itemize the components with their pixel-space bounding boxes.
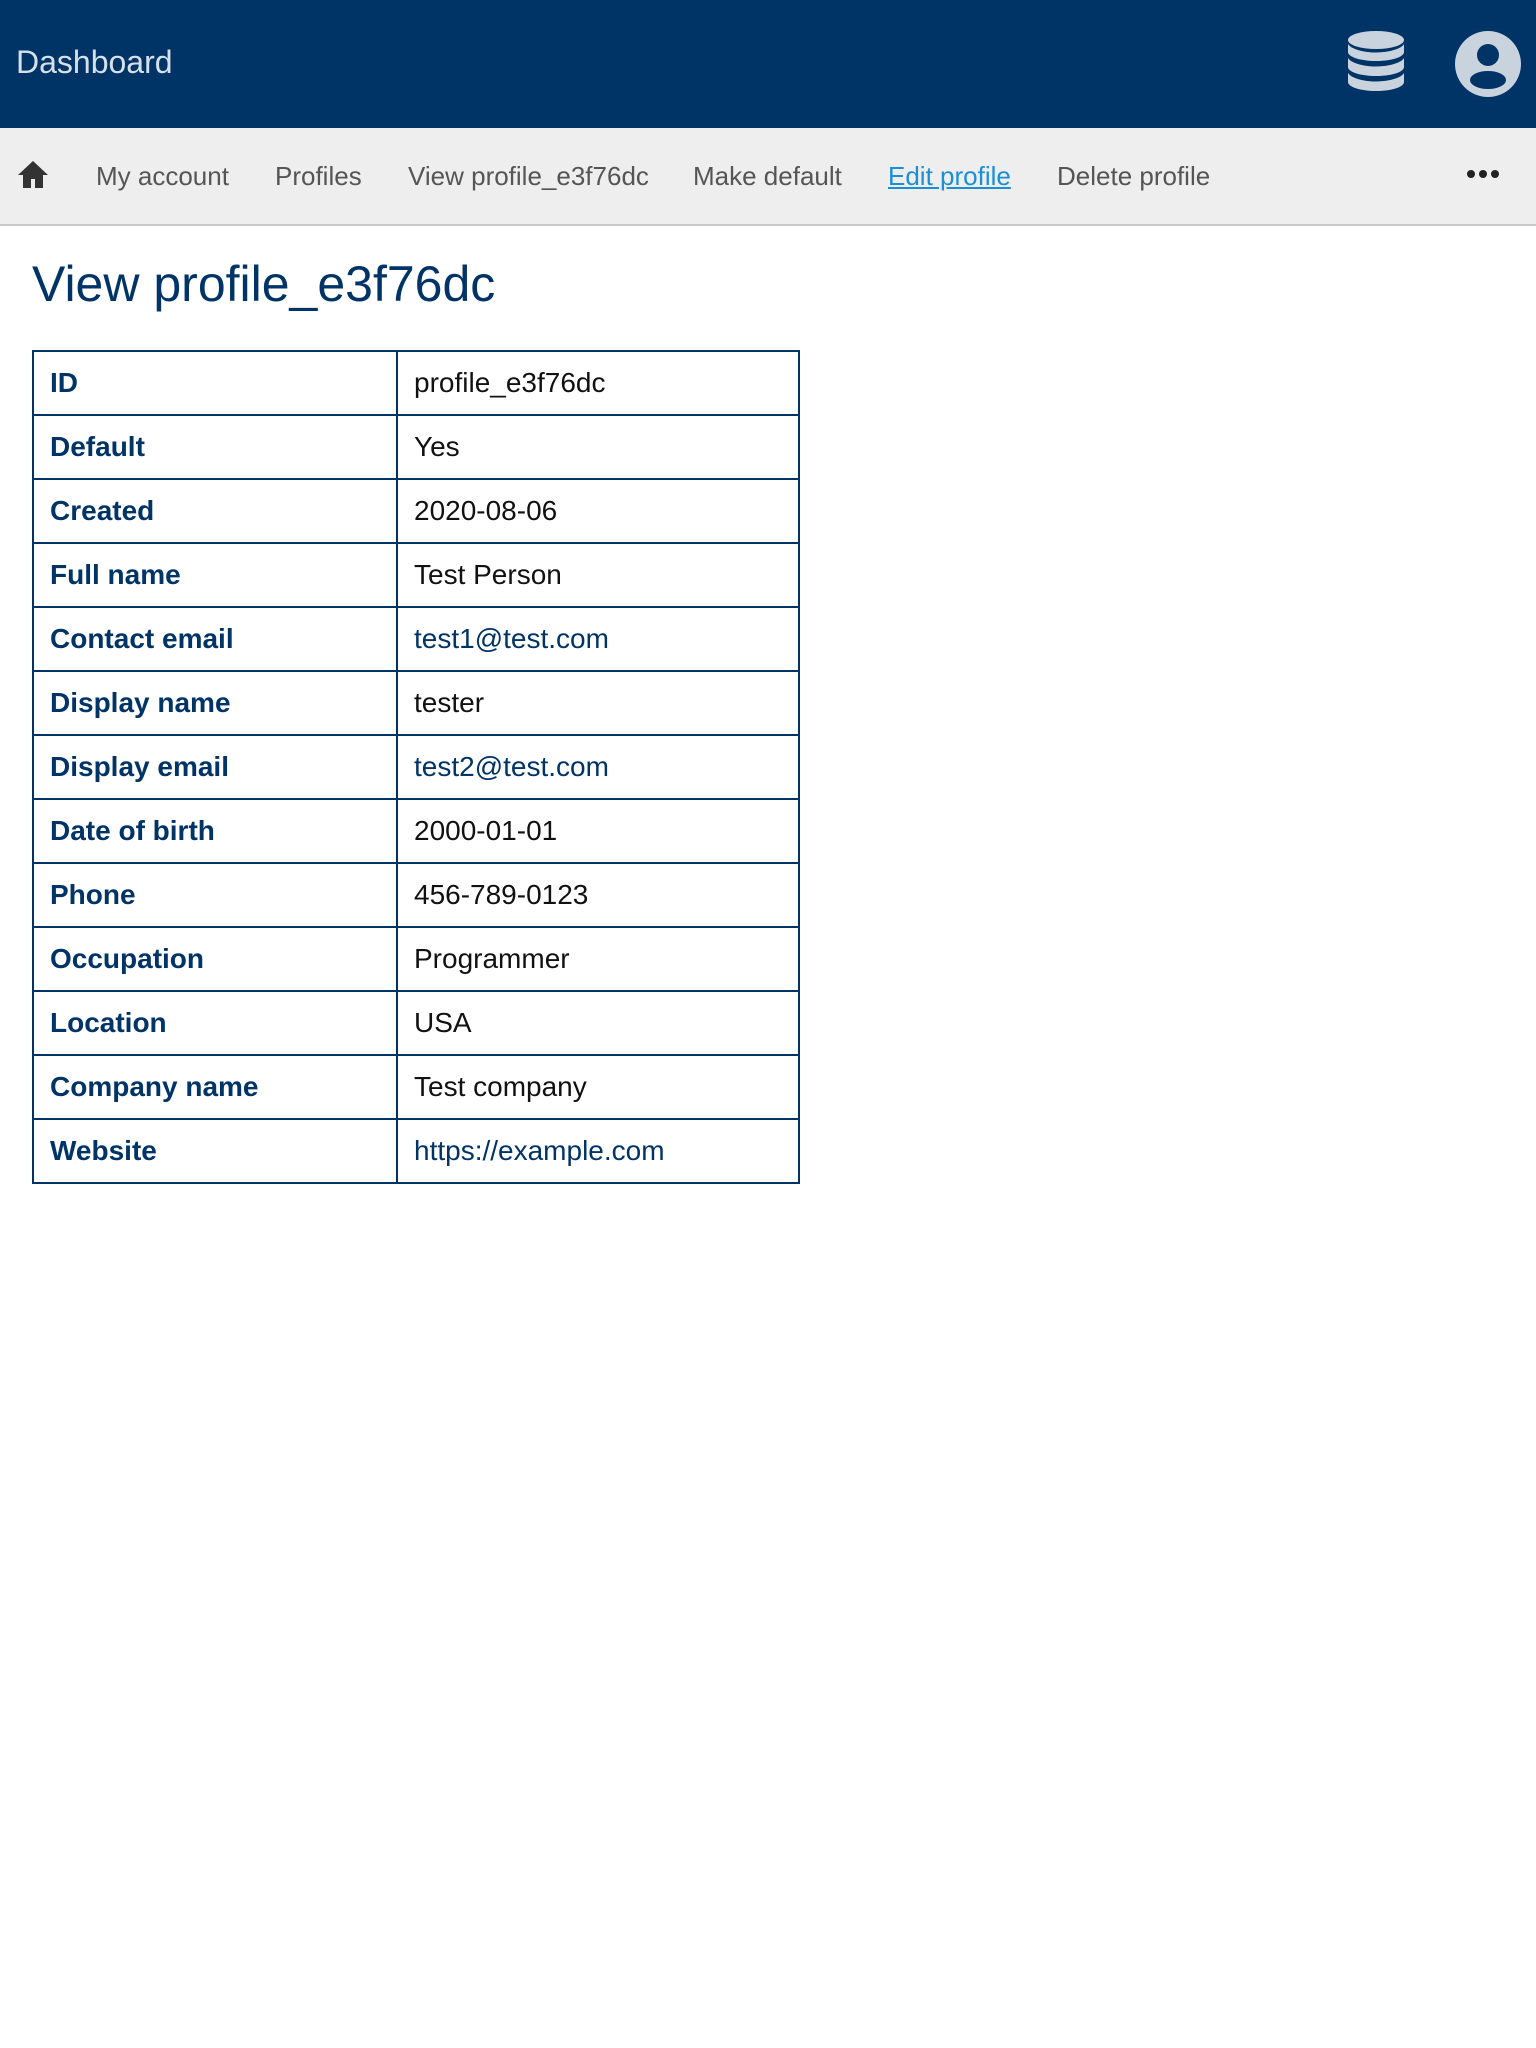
- table-row: Date of birth 2000-01-01: [32, 798, 800, 864]
- table-row: Website https://example.com: [32, 1118, 800, 1184]
- table-row: Display email test2@test.com: [32, 734, 800, 800]
- row-label: Created: [32, 478, 398, 544]
- row-label: Contact email: [32, 606, 398, 672]
- row-value: Test company: [396, 1054, 800, 1120]
- row-value-cell: test2@test.com: [396, 734, 800, 800]
- row-label: Full name: [32, 542, 398, 608]
- dashboard-link[interactable]: Dashboard: [16, 40, 173, 84]
- nav-profiles[interactable]: Profiles: [275, 160, 362, 192]
- user-account-icon[interactable]: [1454, 30, 1522, 98]
- page-title: View profile_e3f76dc: [32, 256, 496, 312]
- contact-email-link[interactable]: test1@test.com: [414, 623, 609, 654]
- row-value-cell: test1@test.com: [396, 606, 800, 672]
- row-value: 2020-08-06: [396, 478, 800, 544]
- website-link[interactable]: https://example.com: [414, 1135, 665, 1166]
- row-label: Website: [32, 1118, 398, 1184]
- table-row: Created 2020-08-06: [32, 478, 800, 544]
- database-icon[interactable]: [1340, 28, 1412, 100]
- table-row: Phone 456-789-0123: [32, 862, 800, 928]
- row-label: Display name: [32, 670, 398, 736]
- home-icon[interactable]: [16, 158, 50, 192]
- nav-make-default[interactable]: Make default: [693, 160, 842, 192]
- display-email-link[interactable]: test2@test.com: [414, 751, 609, 782]
- nav-delete-profile[interactable]: Delete profile: [1057, 160, 1210, 192]
- row-value: tester: [396, 670, 800, 736]
- row-value: profile_e3f76dc: [396, 350, 800, 416]
- row-label: Default: [32, 414, 398, 480]
- table-row: Location USA: [32, 990, 800, 1056]
- row-value: USA: [396, 990, 800, 1056]
- table-row: Full name Test Person: [32, 542, 800, 608]
- row-label: Company name: [32, 1054, 398, 1120]
- row-label: Display email: [32, 734, 398, 800]
- row-value: 2000-01-01: [396, 798, 800, 864]
- profile-details-table: ID profile_e3f76dc Default Yes Created 2…: [32, 350, 800, 1184]
- row-value-cell: https://example.com: [396, 1118, 800, 1184]
- table-row: Occupation Programmer: [32, 926, 800, 992]
- row-value: Yes: [396, 414, 800, 480]
- row-label: Date of birth: [32, 798, 398, 864]
- table-row: Contact email test1@test.com: [32, 606, 800, 672]
- row-value: Test Person: [396, 542, 800, 608]
- breadcrumb-nav: My account Profiles View profile_e3f76dc…: [0, 128, 1536, 226]
- top-header: Dashboard: [0, 0, 1536, 128]
- row-label: ID: [32, 350, 398, 416]
- row-value: Programmer: [396, 926, 800, 992]
- row-label: Phone: [32, 862, 398, 928]
- nav-my-account[interactable]: My account: [96, 160, 229, 192]
- table-row: Company name Test company: [32, 1054, 800, 1120]
- row-value: 456-789-0123: [396, 862, 800, 928]
- row-label: Occupation: [32, 926, 398, 992]
- row-label: Location: [32, 990, 398, 1056]
- nav-view-profile[interactable]: View profile_e3f76dc: [408, 160, 649, 192]
- more-horizontal-icon[interactable]: [1466, 164, 1500, 184]
- table-row: Display name tester: [32, 670, 800, 736]
- table-row: ID profile_e3f76dc: [32, 350, 800, 416]
- nav-edit-profile[interactable]: Edit profile: [888, 160, 1011, 192]
- table-row: Default Yes: [32, 414, 800, 480]
